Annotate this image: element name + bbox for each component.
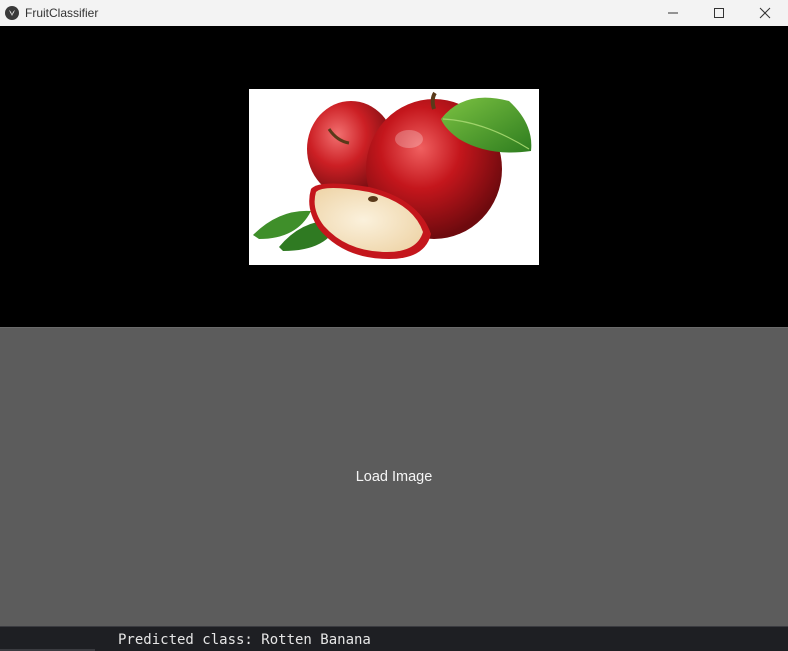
load-image-button-label: Load Image xyxy=(355,469,433,485)
load-image-button[interactable]: Load Image xyxy=(0,327,788,626)
apple-photo xyxy=(249,89,539,265)
app-window: FruitClassifier Load Image xyxy=(0,0,788,626)
console-panel: Predicted class: Rotten Banana xyxy=(0,626,788,651)
close-icon xyxy=(759,7,771,19)
window-controls xyxy=(650,0,788,26)
minimize-button[interactable] xyxy=(650,0,696,26)
maximize-button[interactable] xyxy=(696,0,742,26)
kivy-logo-icon xyxy=(5,6,19,20)
console-output: Predicted class: Rotten Banana xyxy=(118,632,371,648)
minimize-icon xyxy=(668,12,678,14)
title-bar[interactable]: FruitClassifier xyxy=(0,0,788,26)
maximize-icon xyxy=(714,8,724,18)
window-title: FruitClassifier xyxy=(25,6,99,20)
image-display-area xyxy=(0,26,788,327)
close-button[interactable] xyxy=(742,0,788,26)
